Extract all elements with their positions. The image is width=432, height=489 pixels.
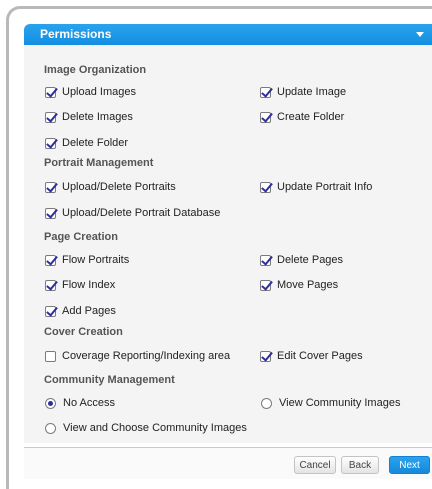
view-community-images-radio[interactable] [261,397,272,409]
coverage-reporting-checkbox[interactable] [45,350,56,362]
update-image-label: Update Image [277,86,347,98]
move-pages-label: Move Pages [277,279,339,291]
flow-portraits-checkbox[interactable] [45,254,56,266]
flow-portraits-label: Flow Portraits [62,254,130,266]
option-update-portrait-info[interactable]: Update Portrait Info [260,181,372,193]
no-access-label: No Access [63,397,115,409]
delete-images-label: Delete Images [62,111,133,123]
option-upload-delete-portraits[interactable]: Upload/Delete Portraits [45,181,176,193]
option-delete-images[interactable]: Delete Images [45,111,133,123]
flow-index-checkbox[interactable] [45,279,56,291]
delete-pages-label: Delete Pages [277,254,344,266]
no-access-radio[interactable] [45,397,56,409]
section-title-page-creation: Page Creation [44,231,118,243]
option-delete-pages[interactable]: Delete Pages [260,254,343,266]
option-edit-cover-pages[interactable]: Edit Cover Pages [260,350,363,362]
option-coverage-reporting[interactable]: Coverage Reporting/Indexing area [45,350,230,362]
option-update-image[interactable]: Update Image [260,86,346,98]
flow-index-label: Flow Index [62,279,116,291]
option-create-folder[interactable]: Create Folder [260,111,344,123]
section-title-image-organization: Image Organization [44,64,147,76]
add-pages-label: Add Pages [62,305,116,317]
option-upload-images[interactable]: Upload Images [45,86,136,98]
delete-folder-label: Delete Folder [62,137,129,149]
section-title-portrait-management: Portrait Management [44,157,154,169]
create-folder-label: Create Folder [277,111,345,123]
delete-pages-checkbox[interactable] [260,254,271,266]
view-and-choose-label: View and Choose Community Images [63,422,247,434]
move-pages-checkbox[interactable] [260,279,271,291]
upload-delete-portraits-checkbox[interactable] [45,181,56,193]
back-button[interactable]: Back [341,456,379,474]
upload-delete-portrait-database-label: Upload/Delete Portrait Database [62,207,221,219]
delete-folder-checkbox[interactable] [45,137,56,149]
option-view-community-images[interactable]: View Community Images [261,397,400,409]
option-flow-portraits[interactable]: Flow Portraits [45,254,129,266]
permissions-header[interactable]: Permissions [24,24,432,45]
view-community-images-label: View Community Images [279,397,401,409]
create-folder-checkbox[interactable] [260,111,271,123]
delete-images-checkbox[interactable] [45,111,56,123]
section-title-cover-creation: Cover Creation [44,326,123,338]
upload-images-label: Upload Images [62,86,136,98]
option-view-and-choose-community-images[interactable]: View and Choose Community Images [45,422,247,434]
option-no-access[interactable]: No Access [45,397,115,409]
coverage-reporting-label: Coverage Reporting/Indexing area [62,350,231,362]
option-add-pages[interactable]: Add Pages [45,305,116,317]
option-upload-delete-portrait-database[interactable]: Upload/Delete Portrait Database [45,207,220,219]
update-portrait-info-label: Update Portrait Info [277,181,373,193]
update-portrait-info-checkbox[interactable] [260,181,271,193]
option-flow-index[interactable]: Flow Index [45,279,115,291]
next-button[interactable]: Next [389,456,430,474]
option-delete-folder[interactable]: Delete Folder [45,137,128,149]
chevron-down-icon[interactable] [416,32,424,37]
edit-cover-pages-label: Edit Cover Pages [277,350,363,362]
edit-cover-pages-checkbox[interactable] [260,350,271,362]
permissions-title: Permissions [40,27,112,41]
upload-delete-portraits-label: Upload/Delete Portraits [62,181,176,193]
cancel-button[interactable]: Cancel [294,456,336,474]
section-title-community-management: Community Management [44,374,175,386]
option-move-pages[interactable]: Move Pages [260,279,338,291]
upload-images-checkbox[interactable] [45,86,56,98]
add-pages-checkbox[interactable] [45,305,56,317]
view-and-choose-radio[interactable] [45,422,56,434]
upload-delete-portrait-database-checkbox[interactable] [45,207,56,219]
update-image-checkbox[interactable] [260,86,271,98]
